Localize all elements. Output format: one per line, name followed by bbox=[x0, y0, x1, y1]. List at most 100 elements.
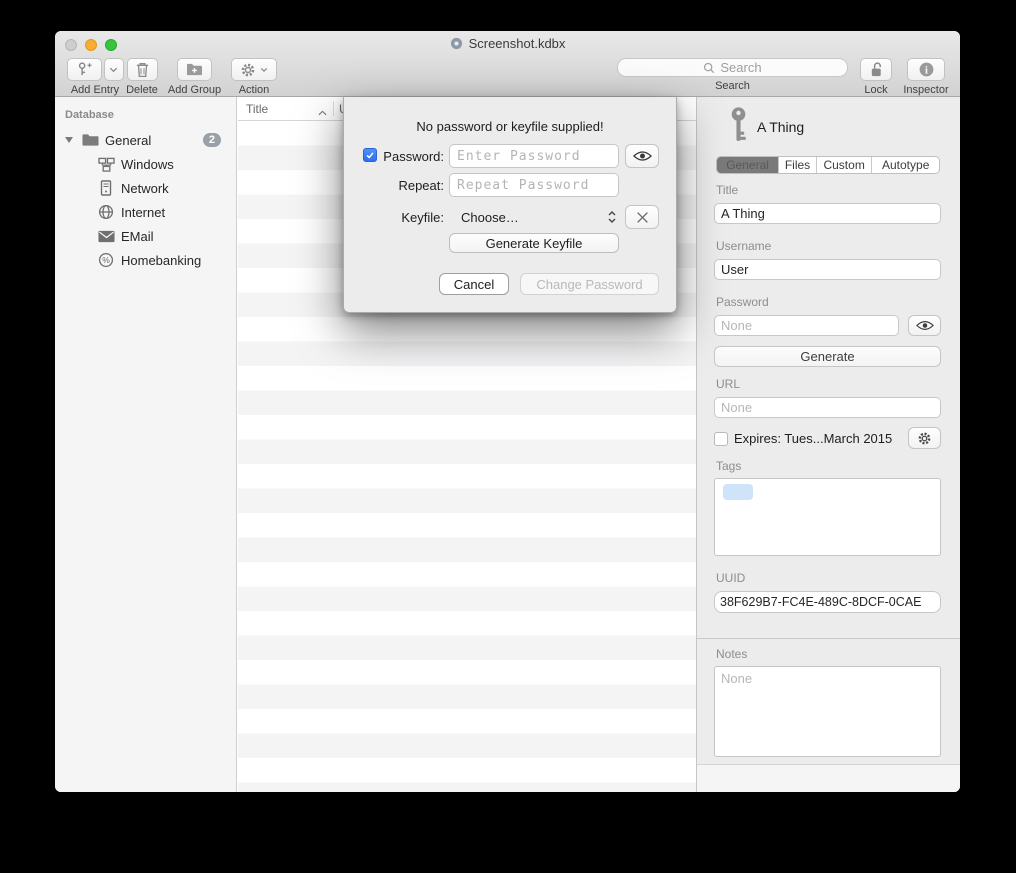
titlebar-toolbar: Screenshot.kdbx Add Entry bbox=[55, 31, 960, 97]
username-field[interactable] bbox=[714, 259, 941, 280]
keyfile-popup-value: Choose… bbox=[461, 210, 519, 225]
lock-button[interactable] bbox=[860, 58, 892, 81]
notes-field-label: Notes bbox=[716, 647, 747, 661]
tab-autotype[interactable]: Autotype bbox=[872, 157, 939, 173]
clear-keyfile-button[interactable] bbox=[625, 205, 659, 229]
sidebar-item-network[interactable]: Network bbox=[55, 176, 236, 200]
password-checkbox[interactable] bbox=[363, 148, 377, 162]
password-field-label: Password bbox=[716, 295, 769, 309]
gear-icon bbox=[240, 62, 256, 78]
window-title: Screenshot.kdbx bbox=[469, 36, 566, 51]
column-header-title[interactable]: Title bbox=[246, 102, 268, 116]
title-field-label: Title bbox=[716, 183, 738, 197]
delete-button[interactable] bbox=[127, 58, 158, 81]
uuid-field[interactable] bbox=[714, 591, 941, 613]
notes-field[interactable] bbox=[714, 666, 941, 757]
keyfile-popup[interactable]: Choose… bbox=[449, 205, 619, 229]
windows-icon bbox=[97, 157, 115, 172]
sidebar-item-general[interactable]: General 2 bbox=[55, 128, 236, 152]
document-icon bbox=[450, 37, 463, 50]
lock-group: Lock bbox=[859, 58, 893, 96]
chevron-down-icon bbox=[260, 67, 268, 73]
reveal-password-button[interactable] bbox=[908, 315, 941, 336]
entry-title: A Thing bbox=[757, 119, 804, 135]
inspector-label: Inspector bbox=[903, 84, 948, 96]
inspector-panel: A Thing General Files Custom Autotype Ti… bbox=[696, 97, 960, 792]
column-divider[interactable] bbox=[333, 101, 334, 116]
search-icon bbox=[703, 62, 715, 74]
add-group-group: Add Group bbox=[163, 58, 226, 96]
password-label: Password: bbox=[379, 149, 444, 164]
inspector-button[interactable]: i bbox=[907, 58, 945, 81]
title-field[interactable] bbox=[714, 203, 941, 224]
reveal-password-button[interactable] bbox=[625, 144, 659, 168]
expires-settings-button[interactable] bbox=[908, 427, 941, 449]
add-group-button[interactable] bbox=[177, 58, 212, 81]
entry-count-badge: 2 bbox=[203, 133, 221, 147]
window-title-area: Screenshot.kdbx bbox=[55, 36, 960, 51]
sidebar-item-email[interactable]: EMail bbox=[55, 224, 236, 248]
sidebar-item-windows[interactable]: Windows bbox=[55, 152, 236, 176]
search-label: Search bbox=[715, 80, 750, 92]
sidebar-item-label: Network bbox=[121, 181, 169, 196]
sidebar-section-header: Database bbox=[65, 109, 114, 121]
tab-custom[interactable]: Custom bbox=[817, 157, 873, 173]
inspector-footer bbox=[697, 764, 960, 792]
sidebar-item-label: General bbox=[105, 133, 151, 148]
envelope-icon bbox=[97, 230, 115, 243]
sidebar-item-homebanking[interactable]: % Homebanking bbox=[55, 248, 236, 272]
repeat-password-input[interactable] bbox=[449, 173, 619, 197]
action-group: Action bbox=[231, 58, 277, 96]
sidebar-item-label: Windows bbox=[121, 157, 174, 172]
expires-label: Expires: Tues...March 2015 bbox=[734, 431, 892, 446]
change-password-sheet: No password or keyfile supplied! Passwor… bbox=[343, 97, 677, 313]
action-label: Action bbox=[239, 84, 270, 96]
server-icon bbox=[97, 180, 115, 196]
disclosure-triangle-icon[interactable] bbox=[65, 137, 73, 143]
notes-divider bbox=[697, 638, 960, 639]
action-button[interactable] bbox=[231, 58, 277, 81]
svg-text:%: % bbox=[102, 255, 110, 265]
trash-icon bbox=[135, 61, 150, 78]
change-password-button[interactable]: Change Password bbox=[520, 273, 659, 295]
lock-label: Lock bbox=[864, 84, 887, 96]
stepper-icon bbox=[607, 210, 617, 224]
password-field[interactable] bbox=[714, 315, 899, 336]
app-window: Screenshot.kdbx Add Entry bbox=[55, 31, 960, 792]
key-plus-icon bbox=[76, 61, 93, 78]
generate-password-button[interactable]: Generate bbox=[714, 346, 941, 367]
add-entry-dropdown-button[interactable] bbox=[104, 58, 124, 81]
repeat-label: Repeat: bbox=[379, 178, 444, 193]
svg-text:i: i bbox=[925, 65, 928, 76]
x-icon bbox=[636, 211, 649, 224]
tab-general[interactable]: General bbox=[717, 157, 779, 173]
expires-row: Expires: Tues...March 2015 bbox=[714, 431, 892, 446]
search-input[interactable]: Search bbox=[617, 58, 848, 77]
sidebar-item-internet[interactable]: Internet bbox=[55, 200, 236, 224]
add-entry-button[interactable] bbox=[67, 58, 102, 81]
generate-button-label: Generate bbox=[800, 349, 854, 364]
password-input[interactable] bbox=[449, 144, 619, 168]
generate-keyfile-button[interactable]: Generate Keyfile bbox=[449, 233, 619, 253]
add-entry-group: Add Entry bbox=[66, 58, 124, 96]
tags-box[interactable] bbox=[714, 478, 941, 556]
expires-checkbox[interactable] bbox=[714, 432, 728, 446]
url-field[interactable] bbox=[714, 397, 941, 418]
group-sidebar: Database General 2 Windows Network I bbox=[55, 97, 237, 792]
tab-files[interactable]: Files bbox=[779, 157, 817, 173]
folder-plus-icon bbox=[186, 62, 203, 77]
cancel-button-label: Cancel bbox=[454, 277, 494, 292]
delete-label: Delete bbox=[126, 84, 158, 96]
generate-keyfile-label: Generate Keyfile bbox=[486, 236, 583, 251]
cancel-button[interactable]: Cancel bbox=[439, 273, 509, 295]
username-field-label: Username bbox=[716, 239, 771, 253]
eye-icon bbox=[916, 320, 934, 331]
tag-token[interactable] bbox=[723, 484, 753, 500]
add-group-label: Add Group bbox=[168, 84, 221, 96]
folder-icon bbox=[81, 133, 99, 147]
sheet-message: No password or keyfile supplied! bbox=[344, 119, 676, 134]
gear-icon bbox=[917, 431, 932, 446]
tags-field-label: Tags bbox=[716, 459, 741, 473]
percent-icon: % bbox=[97, 252, 115, 268]
checkmark-icon bbox=[365, 150, 375, 160]
